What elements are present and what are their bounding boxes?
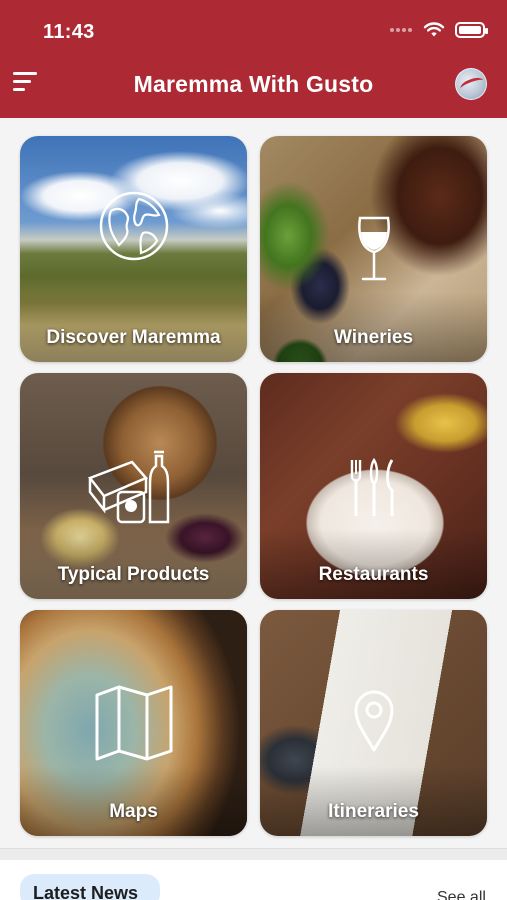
tile-discover-maremma[interactable]: Discover Maremma — [20, 136, 247, 362]
wine-glass-icon — [357, 216, 390, 281]
app-screen: 11:43 Maremma With Gusto Discover Maremm… — [0, 0, 507, 900]
tile-label: Itineraries — [328, 801, 419, 822]
tile-wineries[interactable]: Wineries — [260, 136, 487, 362]
folded-map-icon — [95, 685, 172, 761]
wifi-icon — [423, 22, 445, 37]
tile-typical-products[interactable]: Typical Products — [20, 373, 247, 599]
globe-icon — [99, 192, 168, 261]
category-grid: Discover Maremma Wineries Typical Produc… — [20, 136, 487, 836]
tile-label: Typical Products — [57, 564, 210, 585]
food-products-icon — [87, 450, 169, 523]
latest-news-title: Latest News — [33, 883, 139, 900]
section-divider — [0, 848, 507, 860]
tile-label: Discover Maremma — [46, 327, 221, 348]
tile-restaurants[interactable]: Restaurants — [260, 373, 487, 599]
tile-label: Wineries — [333, 327, 414, 348]
signal-dots-icon — [390, 28, 412, 32]
tile-label: Restaurants — [318, 564, 429, 585]
tile-maps[interactable]: Maps — [20, 610, 247, 836]
cutlery-icon — [350, 458, 393, 517]
status-icons — [389, 22, 488, 38]
see-all-link[interactable]: See all — [437, 889, 489, 900]
globe-logo-icon[interactable] — [455, 68, 487, 100]
location-pin-icon — [354, 690, 393, 752]
tile-itineraries[interactable]: Itineraries — [260, 610, 487, 836]
status-time: 11:43 — [43, 21, 95, 43]
app-title: Maremma With Gusto — [133, 71, 374, 97]
battery-icon — [455, 22, 488, 38]
top-app-bar: 11:43 Maremma With Gusto — [0, 0, 507, 118]
tile-label: Maps — [109, 801, 158, 822]
